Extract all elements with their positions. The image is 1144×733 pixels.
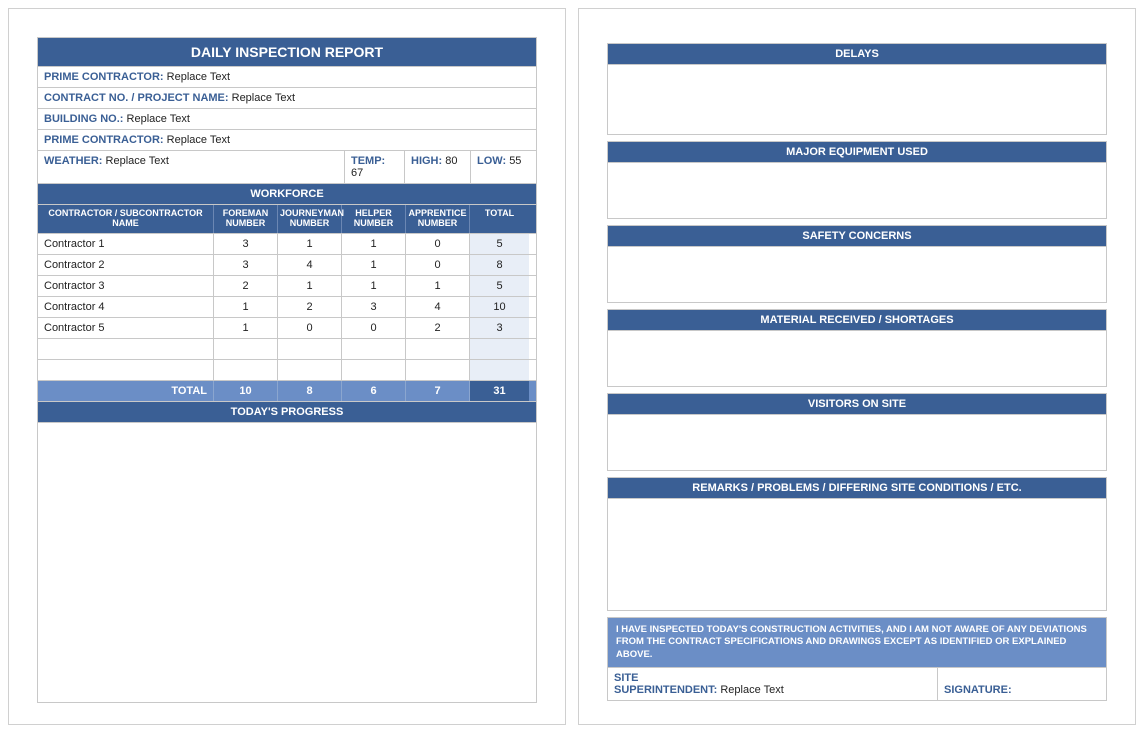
visitors-heading: VISITORS ON SITE [607,393,1107,415]
page-1: DAILY INSPECTION REPORT PRIME CONTRACTOR… [8,8,566,725]
cell-apprentice[interactable]: 1 [406,276,470,296]
cell-name[interactable]: Contractor 3 [38,276,214,296]
safety-heading: SAFETY CONCERNS [607,225,1107,247]
material-heading: MATERIAL RECEIVED / SHORTAGES [607,309,1107,331]
remarks-heading: REMARKS / PROBLEMS / DIFFERING SITE COND… [607,477,1107,499]
equipment-box[interactable] [607,163,1107,219]
cell-helper[interactable]: 3 [342,297,406,317]
cell-apprentice[interactable]: 0 [406,255,470,275]
workforce-heading: WORKFORCE [37,184,537,205]
cell-journeyman[interactable]: 4 [278,255,342,275]
remarks-box[interactable] [607,499,1107,611]
certification-text: I HAVE INSPECTED TODAY'S CONSTRUCTION AC… [607,617,1107,668]
workforce-header-row: CONTRACTOR / SUBCONTRACTOR NAME FOREMAN … [37,205,537,234]
cell-name[interactable]: Contractor 1 [38,234,214,254]
cell-journeyman[interactable]: 2 [278,297,342,317]
field-prime-contractor-2: PRIME CONTRACTOR: Replace Text [37,130,537,151]
equipment-heading: MAJOR EQUIPMENT USED [607,141,1107,163]
workforce-body: Contractor 131105Contractor 234108Contra… [37,234,537,339]
cell-name[interactable]: Contractor 2 [38,255,214,275]
field-prime-contractor: PRIME CONTRACTOR: Replace Text [37,67,537,88]
progress-box[interactable] [37,423,537,703]
workforce-blank-1 [37,339,537,360]
cell-total: 10 [470,297,529,317]
cell-apprentice[interactable]: 0 [406,234,470,254]
cell-foreman[interactable]: 3 [214,255,278,275]
cell-name[interactable]: Contractor 4 [38,297,214,317]
cell-total: 8 [470,255,529,275]
cell-helper[interactable]: 0 [342,318,406,338]
cell-foreman[interactable]: 3 [214,234,278,254]
cell-name[interactable]: Contractor 5 [38,318,214,338]
safety-box[interactable] [607,247,1107,303]
workforce-blank-2 [37,360,537,381]
cell-helper[interactable]: 1 [342,255,406,275]
workforce-total-row: TOTAL 10 8 6 7 31 [37,381,537,402]
cell-journeyman[interactable]: 1 [278,276,342,296]
table-row: Contractor 131105 [37,234,537,255]
report-title: DAILY INSPECTION REPORT [37,37,537,67]
cell-foreman[interactable]: 1 [214,318,278,338]
table-row: Contractor 234108 [37,255,537,276]
cell-total: 5 [470,234,529,254]
cell-journeyman[interactable]: 1 [278,234,342,254]
table-row: Contractor 321115 [37,276,537,297]
field-building-no: BUILDING NO.: Replace Text [37,109,537,130]
table-row: Contractor 4123410 [37,297,537,318]
page-2: DELAYS MAJOR EQUIPMENT USED SAFETY CONCE… [578,8,1136,725]
visitors-box[interactable] [607,415,1107,471]
cell-helper[interactable]: 1 [342,234,406,254]
cell-total: 3 [470,318,529,338]
delays-heading: DELAYS [607,43,1107,65]
cell-journeyman[interactable]: 0 [278,318,342,338]
cell-helper[interactable]: 1 [342,276,406,296]
progress-heading: TODAY'S PROGRESS [37,402,537,423]
cell-foreman[interactable]: 2 [214,276,278,296]
material-box[interactable] [607,331,1107,387]
cell-total: 5 [470,276,529,296]
signature-row: SITE SUPERINTENDENT: Replace Text SIGNAT… [607,668,1107,701]
value[interactable]: Replace Text [167,71,230,83]
table-row: Contractor 510023 [37,318,537,339]
cell-apprentice[interactable]: 2 [406,318,470,338]
cell-foreman[interactable]: 1 [214,297,278,317]
label: PRIME CONTRACTOR: [44,71,164,83]
field-contract-no: CONTRACT NO. / PROJECT NAME: Replace Tex… [37,88,537,109]
field-weather: WEATHER: Replace Text TEMP: 67 HIGH: 80 … [37,151,537,184]
cell-apprentice[interactable]: 4 [406,297,470,317]
delays-box[interactable] [607,65,1107,135]
